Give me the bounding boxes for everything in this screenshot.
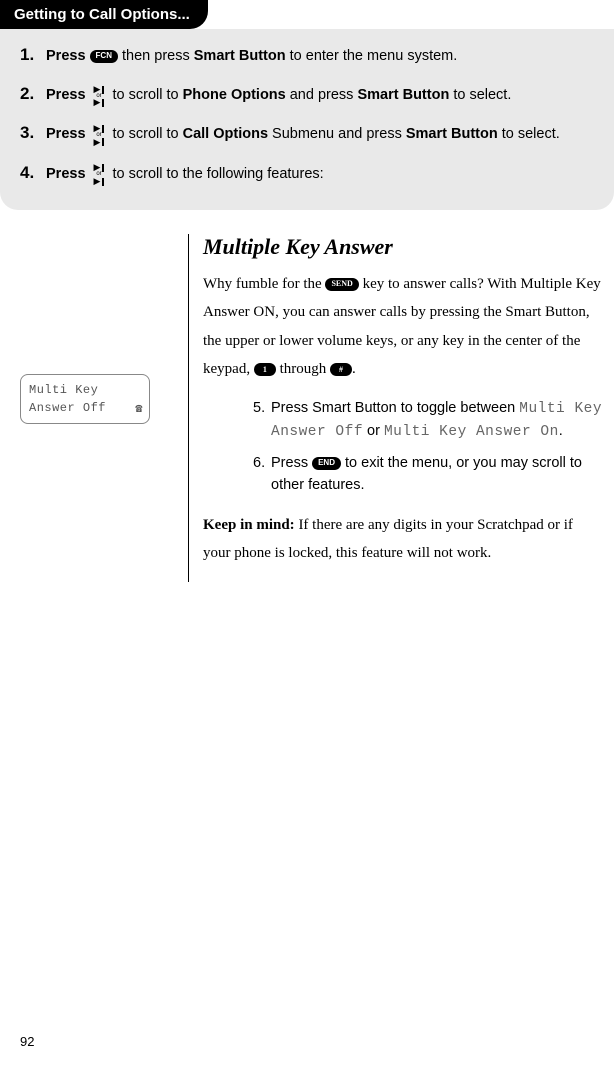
intro-text-d: . [352, 361, 356, 377]
step-tail: to enter the menu system. [286, 48, 458, 64]
step-row: 3. Press ▶ or ▶ to scroll to Call Option… [20, 115, 594, 154]
step-lead: Press [46, 126, 86, 142]
sub-step-5: 5. Press Smart Button to toggle between … [253, 398, 604, 444]
sub6-a: Press [271, 455, 312, 471]
sub5-a: Press Smart Button to toggle between [271, 400, 519, 416]
smart-button-label: Smart Button [406, 126, 498, 142]
left-column: Multi Key Answer Off ☎ [20, 234, 180, 582]
header-tab: Getting to Call Options... [0, 0, 208, 29]
lcd-line-2: Answer Off [29, 399, 141, 417]
send-key-icon: SEND [325, 278, 358, 291]
one-key-icon: 1 [254, 363, 276, 376]
step-text: Press ▶ or ▶ to scroll to the following … [46, 163, 594, 186]
sub5-c: . [559, 423, 563, 439]
note-lead: Keep in mind: [203, 517, 295, 533]
step-tail: to select. [449, 87, 511, 103]
intro-text-c: through [276, 361, 330, 377]
step-text: Press ▶ or ▶ to scroll to Phone Options … [46, 84, 594, 107]
phone-icon: ☎ [135, 400, 143, 418]
step-part: to scroll to the following features: [108, 166, 323, 182]
step-mid: Submenu and press [268, 126, 406, 142]
intro-paragraph: Why fumble for the SEND key to answer ca… [203, 270, 604, 384]
step-text: Press FCN then press Smart Button to ent… [46, 45, 594, 68]
step-part: to scroll to [108, 87, 182, 103]
step-lead: Press [46, 166, 86, 182]
note-paragraph: Keep in mind: If there are any digits in… [203, 511, 604, 568]
step-mid: and press [286, 87, 358, 103]
right-column: Multiple Key Answer Why fumble for the S… [203, 234, 614, 582]
step-lead: Press [46, 87, 86, 103]
intro-text-a: Why fumble for the [203, 276, 325, 292]
section-title: Multiple Key Answer [203, 234, 604, 260]
step-number: 2. [20, 84, 46, 104]
step-row: 2. Press ▶ or ▶ to scroll to Phone Optio… [20, 76, 594, 115]
sub-step-text: Press Smart Button to toggle between Mul… [271, 398, 604, 444]
sub-step-number: 6. [253, 453, 271, 497]
mono-text: Multi Key Answer On [384, 424, 559, 440]
steps-box: 1. Press FCN then press Smart Button to … [0, 29, 614, 210]
sub-step-6: 6. Press END to exit the menu, or you ma… [253, 453, 604, 497]
sub-step-number: 5. [253, 398, 271, 444]
fcn-key-icon: FCN [90, 50, 118, 63]
vertical-divider [188, 234, 189, 582]
sub5-b: or [363, 423, 384, 439]
step-lead: Press [46, 48, 86, 64]
end-key-icon: END [312, 457, 341, 470]
step-text: Press ▶ or ▶ to scroll to Call Options S… [46, 123, 594, 146]
step-part: to scroll to [108, 126, 182, 142]
header-title: Getting to Call Options... [14, 6, 190, 23]
scroll-up-down-icon: ▶ or ▶ [94, 125, 105, 147]
hash-key-icon: # [330, 363, 352, 376]
step-number: 3. [20, 123, 46, 143]
smart-button-label: Smart Button [194, 48, 286, 64]
content-row: Multi Key Answer Off ☎ Multiple Key Answ… [0, 234, 614, 582]
call-options-label: Call Options [183, 126, 268, 142]
scroll-up-down-icon: ▶ or ▶ [94, 164, 105, 186]
phone-options-label: Phone Options [183, 87, 286, 103]
lcd-display: Multi Key Answer Off ☎ [20, 374, 150, 424]
step-part: then press [118, 48, 194, 64]
sub-steps: 5. Press Smart Button to toggle between … [203, 398, 604, 497]
sub-step-text: Press END to exit the menu, or you may s… [271, 453, 604, 497]
lcd-line-1: Multi Key [29, 381, 141, 399]
step-number: 1. [20, 45, 46, 65]
step-row: 1. Press FCN then press Smart Button to … [20, 37, 594, 76]
scroll-up-down-icon: ▶ or ▶ [94, 86, 105, 108]
smart-button-label: Smart Button [357, 87, 449, 103]
step-tail: to select. [498, 126, 560, 142]
page-number: 92 [20, 1034, 34, 1049]
step-number: 4. [20, 163, 46, 183]
step-row: 4. Press ▶ or ▶ to scroll to the followi… [20, 155, 594, 194]
